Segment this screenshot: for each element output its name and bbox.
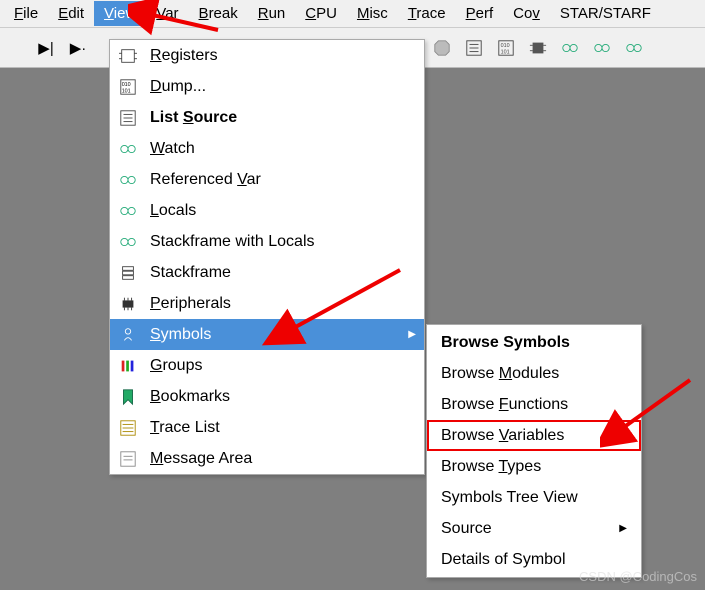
submenu-item-label: Browse Functions: [441, 396, 568, 414]
menu-item-label: Stackframe with Locals: [150, 233, 315, 251]
menu-var[interactable]: Var: [146, 1, 188, 26]
submenu-item-label: Browse Variables: [441, 427, 564, 445]
toolbar-list-icon[interactable]: [462, 36, 486, 60]
submenu-browse-variables[interactable]: Browse Variables: [427, 420, 641, 451]
menu-item-peripherals[interactable]: Peripherals: [110, 288, 424, 319]
menu-item-list-source[interactable]: List Source: [110, 102, 424, 133]
submenu-browse-functions[interactable]: Browse Functions: [427, 389, 641, 420]
menu-item-label: List Source: [150, 109, 237, 127]
submenu-item-label: Browse Modules: [441, 365, 559, 383]
submenu-item-label: Browse Types: [441, 458, 541, 476]
menu-break[interactable]: Break: [189, 1, 248, 26]
svg-text:010: 010: [501, 43, 510, 49]
menu-item-label: Referenced Var: [150, 171, 261, 189]
menu-file[interactable]: File: [4, 1, 48, 26]
menu-perf[interactable]: Perf: [456, 1, 504, 26]
toolbar-step-end-icon[interactable]: ▶|: [34, 36, 58, 60]
list-source-icon: [118, 109, 138, 127]
menu-item-locals[interactable]: Locals: [110, 195, 424, 226]
menu-run[interactable]: Run: [248, 1, 296, 26]
menu-item-bookmarks[interactable]: Bookmarks: [110, 381, 424, 412]
submenu-browse-modules[interactable]: Browse Modules: [427, 358, 641, 389]
menu-cov[interactable]: Cov: [503, 1, 550, 26]
menu-item-referenced-var[interactable]: Referenced Var: [110, 164, 424, 195]
menu-item-label: Watch: [150, 140, 195, 158]
menu-trace[interactable]: Trace: [398, 1, 456, 26]
menu-misc[interactable]: Misc: [347, 1, 398, 26]
menu-item-label: Dump...: [150, 78, 206, 96]
groups-icon: [118, 357, 138, 375]
svg-text:101: 101: [122, 88, 131, 94]
trace-list-icon: [118, 419, 138, 437]
menu-item-symbols[interactable]: Symbols ▶: [110, 319, 424, 350]
toolbar-binary-icon[interactable]: 010101: [494, 36, 518, 60]
submenu-item-label: Details of Symbol: [441, 551, 566, 569]
dump-icon: 010101: [118, 78, 138, 96]
menu-item-groups[interactable]: Groups: [110, 350, 424, 381]
toolbar-watch1-icon[interactable]: [558, 36, 582, 60]
menu-star[interactable]: STAR/STARF: [550, 1, 661, 26]
menu-item-label: Symbols: [150, 326, 211, 344]
toolbar-stop-icon[interactable]: [430, 36, 454, 60]
submenu-item-label: Browse Symbols: [441, 334, 570, 352]
menu-item-label: Locals: [150, 202, 196, 220]
bookmarks-icon: [118, 388, 138, 406]
menu-item-label: Groups: [150, 357, 202, 375]
symbols-icon: [118, 326, 138, 344]
peripherals-icon: [118, 295, 138, 313]
menu-item-label: Peripherals: [150, 295, 231, 313]
locals-icon: [118, 202, 138, 220]
toolbar-step-next-icon[interactable]: ▶·: [66, 36, 90, 60]
svg-text:010: 010: [122, 82, 131, 88]
menu-item-label: Message Area: [150, 450, 252, 468]
menu-item-stackframe-locals[interactable]: Stackframe with Locals: [110, 226, 424, 257]
menu-edit[interactable]: Edit: [48, 1, 94, 26]
toolbar-chip-icon[interactable]: [526, 36, 550, 60]
menu-item-label: Bookmarks: [150, 388, 230, 406]
view-dropdown: Registers 010101 Dump... List Source Wat…: [109, 39, 425, 475]
refvar-icon: [118, 171, 138, 189]
submenu-arrow-icon: ▶: [408, 329, 416, 340]
message-area-icon: [118, 450, 138, 468]
registers-icon: [118, 47, 138, 65]
stackframe-icon: [118, 264, 138, 282]
submenu-item-label: Symbols Tree View: [441, 489, 578, 507]
toolbar-watch2-icon[interactable]: [590, 36, 614, 60]
menu-item-label: Registers: [150, 47, 218, 65]
menu-item-dump[interactable]: 010101 Dump...: [110, 71, 424, 102]
svg-text:101: 101: [501, 49, 510, 55]
submenu-symbols-tree-view[interactable]: Symbols Tree View: [427, 482, 641, 513]
menu-item-watch[interactable]: Watch: [110, 133, 424, 164]
menu-item-registers[interactable]: Registers: [110, 40, 424, 71]
watch-icon: [118, 140, 138, 158]
menu-item-trace-list[interactable]: Trace List: [110, 412, 424, 443]
stackframe-locals-icon: [118, 233, 138, 251]
menu-item-label: Trace List: [150, 419, 220, 437]
submenu-arrow-icon: ▶: [619, 523, 627, 534]
toolbar-watch3-icon[interactable]: [622, 36, 646, 60]
symbols-submenu: Browse Symbols Browse Modules Browse Fun…: [426, 324, 642, 578]
menu-view[interactable]: View: [94, 1, 146, 26]
submenu-item-label: Source: [441, 520, 492, 538]
submenu-browse-types[interactable]: Browse Types: [427, 451, 641, 482]
menubar: File Edit View Var Break Run CPU Misc Tr…: [0, 0, 705, 28]
menu-item-stackframe[interactable]: Stackframe: [110, 257, 424, 288]
menu-item-label: Stackframe: [150, 264, 231, 282]
menu-item-message-area[interactable]: Message Area: [110, 443, 424, 474]
watermark: CSDN @CodingCos: [579, 569, 697, 584]
submenu-source[interactable]: Source ▶: [427, 513, 641, 544]
menu-cpu[interactable]: CPU: [295, 1, 347, 26]
submenu-browse-symbols[interactable]: Browse Symbols: [427, 327, 641, 358]
